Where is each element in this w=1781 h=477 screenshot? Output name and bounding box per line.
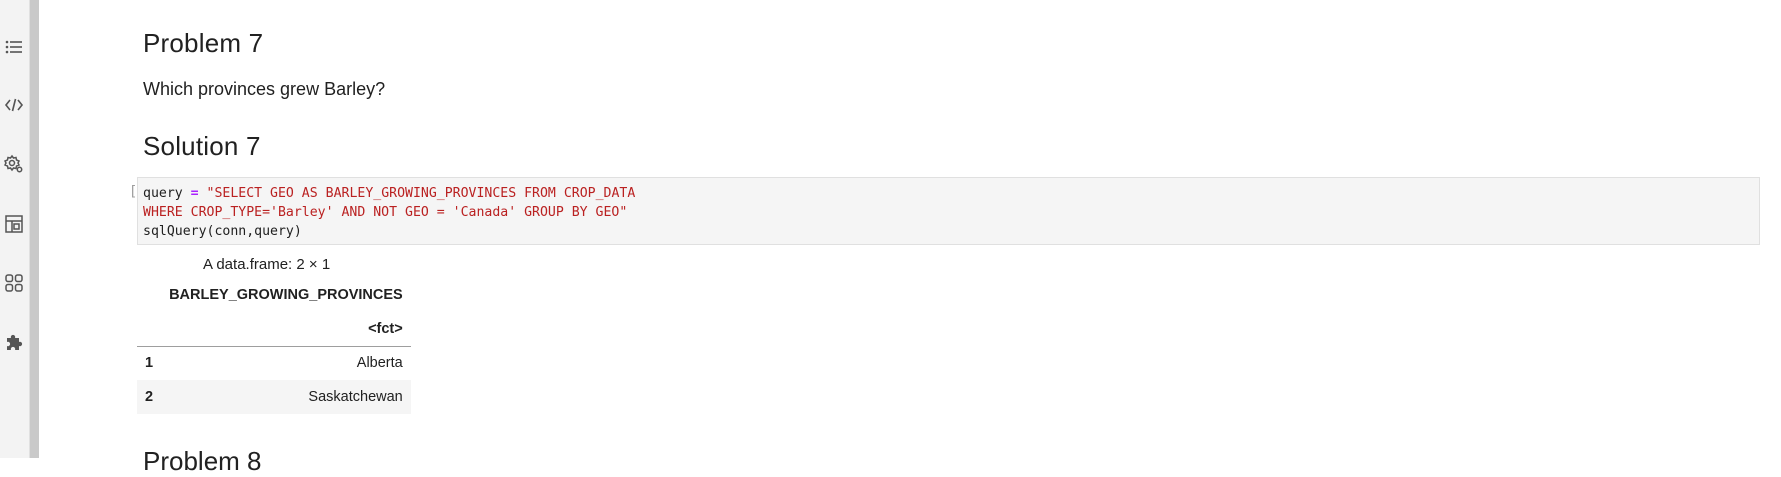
- settings-icon[interactable]: [3, 153, 25, 175]
- code-operator: =: [190, 186, 199, 201]
- problem-heading: Problem 7: [143, 28, 264, 58]
- left-sidebar: [0, 0, 30, 458]
- problem-text: Which provinces grew Barley?: [143, 79, 386, 99]
- extension-manager-icon[interactable]: [3, 272, 25, 294]
- notebook-panel: Problem 7 Which provinces grew Barley? S…: [39, 0, 1781, 476]
- table-row: 2 Saskatchewan: [137, 380, 411, 414]
- code-string-line1: "SELECT GEO AS BARLEY_GROWING_PROVINCES …: [198, 186, 636, 201]
- index-type-header: [137, 312, 162, 347]
- puzzle-icon[interactable]: [3, 331, 25, 353]
- column-type: <fct>: [161, 312, 411, 347]
- output-dataframe: BARLEY_GROWING_PROVINCES <fct> 1 Alberta…: [137, 278, 411, 414]
- sidebar-divider[interactable]: [30, 0, 39, 458]
- row-index: 2: [145, 389, 154, 405]
- code-var: query: [143, 186, 191, 201]
- table-of-contents-icon[interactable]: [3, 36, 25, 58]
- row-value: Alberta: [356, 355, 403, 372]
- dataframe-caption: A data.frame: 2 × 1: [203, 256, 331, 273]
- table-row: 1 Alberta: [137, 346, 411, 380]
- code-icon[interactable]: [3, 94, 25, 116]
- code-string-line2: WHERE CROP_TYPE='Barley' AND NOT GEO = '…: [143, 205, 628, 220]
- property-inspector-icon[interactable]: [3, 213, 25, 235]
- code-cell-editor[interactable]: query = "SELECT GEO AS BARLEY_GROWING_PR…: [137, 177, 1760, 245]
- next-problem-heading: Problem 8: [143, 446, 262, 476]
- row-value: Saskatchewan: [308, 389, 403, 405]
- code-line3: sqlQuery(conn,query): [143, 224, 302, 239]
- row-index: 1: [145, 355, 154, 372]
- column-header: BARLEY_GROWING_PROVINCES: [169, 287, 403, 303]
- solution-heading: Solution 7: [143, 131, 261, 161]
- index-header: [137, 278, 161, 312]
